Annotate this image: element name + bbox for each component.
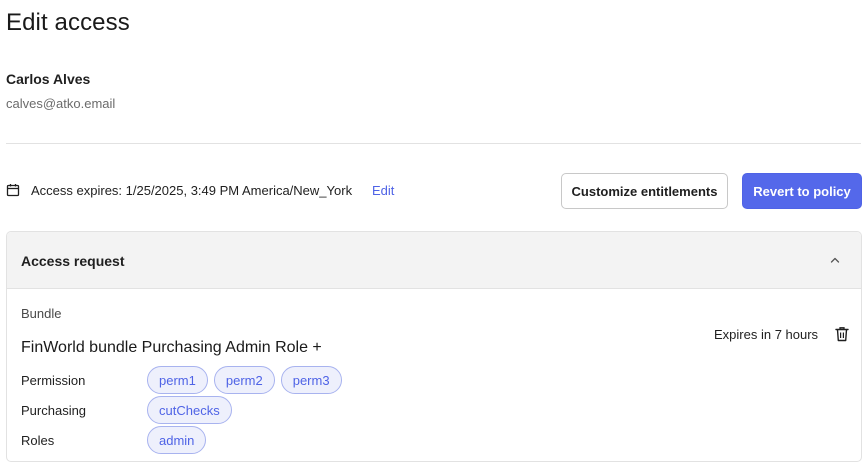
trash-icon[interactable] bbox=[835, 326, 849, 342]
calendar-icon bbox=[6, 184, 20, 197]
entitlement-tag: perm2 bbox=[213, 366, 275, 394]
bundle-name: FinWorld bundle Purchasing Admin Role + bbox=[21, 339, 322, 356]
divider bbox=[6, 143, 861, 144]
entitlement-tag: perm3 bbox=[280, 366, 342, 394]
access-request-title: Access request bbox=[21, 253, 125, 269]
entitlement-tag: admin bbox=[147, 426, 207, 454]
entitlement-tag: cutChecks bbox=[147, 396, 232, 424]
entitlement-tag: perm1 bbox=[147, 366, 208, 394]
user-name: Carlos Alves bbox=[6, 71, 91, 87]
edit-expiry-link[interactable]: Edit bbox=[372, 183, 394, 198]
entitlement-row-label: Roles bbox=[21, 433, 55, 448]
entitlement-row-label: Permission bbox=[21, 373, 86, 388]
customize-entitlements-button[interactable]: Customize entitlements bbox=[561, 173, 728, 209]
entitlement-tags: admin bbox=[147, 426, 207, 454]
entitlement-tags: cutChecks bbox=[147, 396, 232, 424]
access-request-card: Access request Bundle FinWorld bundle Pu… bbox=[6, 231, 862, 462]
chevron-up-icon[interactable] bbox=[829, 254, 841, 266]
revert-to-policy-button[interactable]: Revert to policy bbox=[742, 173, 862, 209]
entitlement-tags: perm1 perm2 perm3 bbox=[147, 366, 342, 394]
bundle-expiry-text: Expires in 7 hours bbox=[714, 327, 819, 342]
user-email: calves@atko.email bbox=[6, 96, 116, 111]
entitlement-row-label: Purchasing bbox=[21, 403, 87, 418]
bundle-section-label: Bundle bbox=[21, 306, 62, 321]
access-expiry-text: Access expires: 1/25/2025, 3:49 PM Ameri… bbox=[31, 183, 353, 198]
access-request-header[interactable]: Access request bbox=[7, 232, 861, 289]
page-title: Edit access bbox=[6, 9, 130, 36]
